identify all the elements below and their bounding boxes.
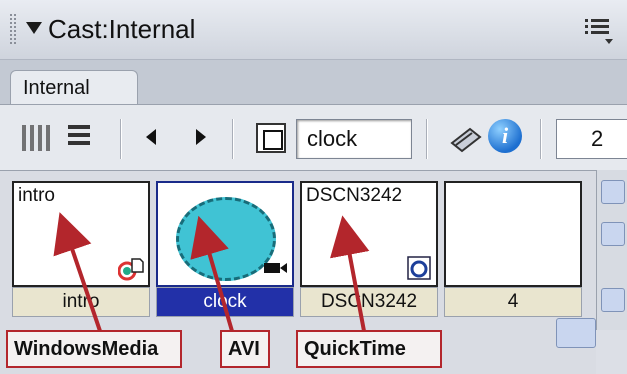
tab-label: Internal [23, 77, 90, 99]
script-icon[interactable] [448, 121, 484, 155]
drag-grip-icon[interactable] [10, 14, 16, 44]
vertical-scrollbar[interactable] [596, 170, 627, 330]
tab-internal[interactable]: Internal [10, 70, 138, 106]
next-member-icon[interactable] [196, 129, 206, 145]
separator [120, 119, 122, 159]
scroll-thumb[interactable] [601, 222, 625, 246]
window-title: Cast:Internal [48, 14, 196, 44]
annotation-quicktime: QuickTime [296, 330, 442, 368]
scroll-down-icon[interactable] [601, 288, 625, 312]
title-bar: Cast:Internal [0, 0, 627, 60]
scroll-up-icon[interactable] [601, 180, 625, 204]
collapse-triangle-icon[interactable] [26, 22, 42, 34]
separator [540, 119, 542, 159]
member-name-field[interactable]: clock [296, 119, 412, 159]
previous-member-icon[interactable] [146, 129, 156, 145]
drag-member-icon[interactable] [256, 123, 286, 153]
list-view-icon[interactable] [60, 125, 90, 151]
toolbar: clock i 2 [0, 104, 627, 170]
arrow-to-quicktime [330, 215, 370, 332]
separator [232, 119, 234, 159]
thumbnail-view-icon[interactable] [22, 125, 52, 151]
tab-strip: Internal [0, 60, 627, 106]
info-icon[interactable]: i [488, 119, 522, 153]
arrow-to-avi [190, 215, 234, 332]
options-menu-icon[interactable] [585, 16, 613, 44]
arrow-to-windowsmedia [53, 212, 102, 332]
member-number-field[interactable]: 2 [556, 119, 627, 159]
annotation-avi: AVI [220, 330, 270, 368]
scroll-right-icon[interactable] [556, 318, 596, 348]
separator [426, 119, 428, 159]
annotation-windowsmedia: WindowsMedia [6, 330, 182, 368]
